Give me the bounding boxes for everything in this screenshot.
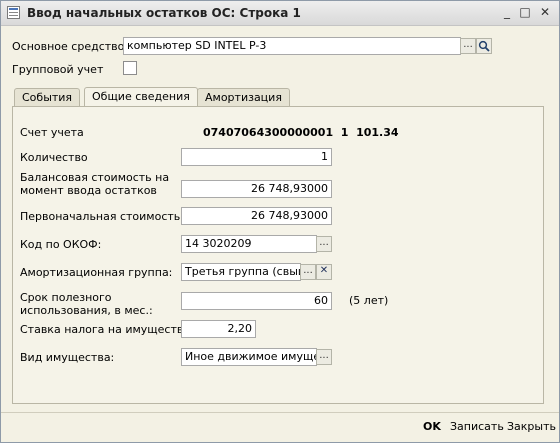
- okof-select-button[interactable]: ...: [316, 236, 332, 252]
- save-button[interactable]: Записать: [450, 420, 504, 433]
- quantity-label: Количество: [20, 151, 88, 164]
- account-label: Счет учета: [20, 126, 84, 139]
- search-icon: [478, 40, 490, 52]
- asset-search-button[interactable]: [476, 38, 492, 54]
- property-kind-label: Вид имущества:: [20, 351, 115, 364]
- asset-label: Основное средство: [12, 40, 125, 53]
- useful-life-years-note: (5 лет): [349, 294, 389, 307]
- property-tax-label: Ставка налога на имущество: [20, 323, 191, 336]
- ok-button[interactable]: OK: [423, 420, 441, 433]
- group-accounting-label: Групповой учет: [12, 63, 104, 76]
- balance-cost-label-line2: момент ввода остатков: [20, 184, 157, 197]
- amort-group-field[interactable]: Третья группа (свыше: [181, 263, 301, 281]
- dialog-window: Ввод начальных остатков ОС: Строка 1 _ □…: [0, 0, 560, 443]
- useful-life-field[interactable]: 60: [181, 292, 332, 310]
- title-bar: Ввод начальных остатков ОС: Строка 1 _ □…: [1, 1, 559, 26]
- property-kind-field[interactable]: Иное движимое имущест: [181, 348, 317, 366]
- minimize-button[interactable]: _: [499, 5, 515, 20]
- property-kind-select-button[interactable]: ...: [316, 349, 332, 365]
- footer-divider: [1, 412, 559, 413]
- initial-cost-label: Первоначальная стоимость: [20, 210, 181, 223]
- tab-events[interactable]: События: [14, 88, 81, 106]
- balance-cost-field[interactable]: 26 748,93000: [181, 180, 332, 198]
- window-title: Ввод начальных остатков ОС: Строка 1: [27, 6, 301, 20]
- useful-life-label-line1: Срок полезного: [20, 291, 112, 304]
- app-icon: [7, 6, 20, 19]
- account-value: 07407064300000001 1 101.34: [203, 126, 399, 139]
- useful-life-label-line2: использования, в мес.:: [20, 304, 153, 317]
- asset-select-button[interactable]: ...: [460, 38, 476, 54]
- okof-field[interactable]: 14 3020209: [181, 235, 317, 253]
- tab-depreciation[interactable]: Амортизация: [197, 88, 290, 106]
- balance-cost-label-line1: Балансовая стоимость на: [20, 171, 170, 184]
- initial-cost-field[interactable]: 26 748,93000: [181, 207, 332, 225]
- maximize-button[interactable]: □: [517, 5, 533, 20]
- amort-group-label: Амортизационная группа:: [20, 266, 173, 279]
- tab-general[interactable]: Общие сведения: [84, 87, 198, 107]
- okof-label: Код по ОКОФ:: [20, 238, 102, 251]
- clear-icon[interactable]: ✕: [316, 264, 332, 280]
- close-window-button[interactable]: ✕: [537, 5, 553, 20]
- amort-group-select-button[interactable]: ...: [300, 264, 316, 280]
- asset-field[interactable]: компьютер SD INTEL P-3: [123, 37, 461, 55]
- property-tax-field[interactable]: 2,20: [181, 320, 256, 338]
- group-accounting-checkbox[interactable]: [123, 61, 137, 75]
- close-button[interactable]: Закрыть: [507, 420, 556, 433]
- quantity-field[interactable]: 1: [181, 148, 332, 166]
